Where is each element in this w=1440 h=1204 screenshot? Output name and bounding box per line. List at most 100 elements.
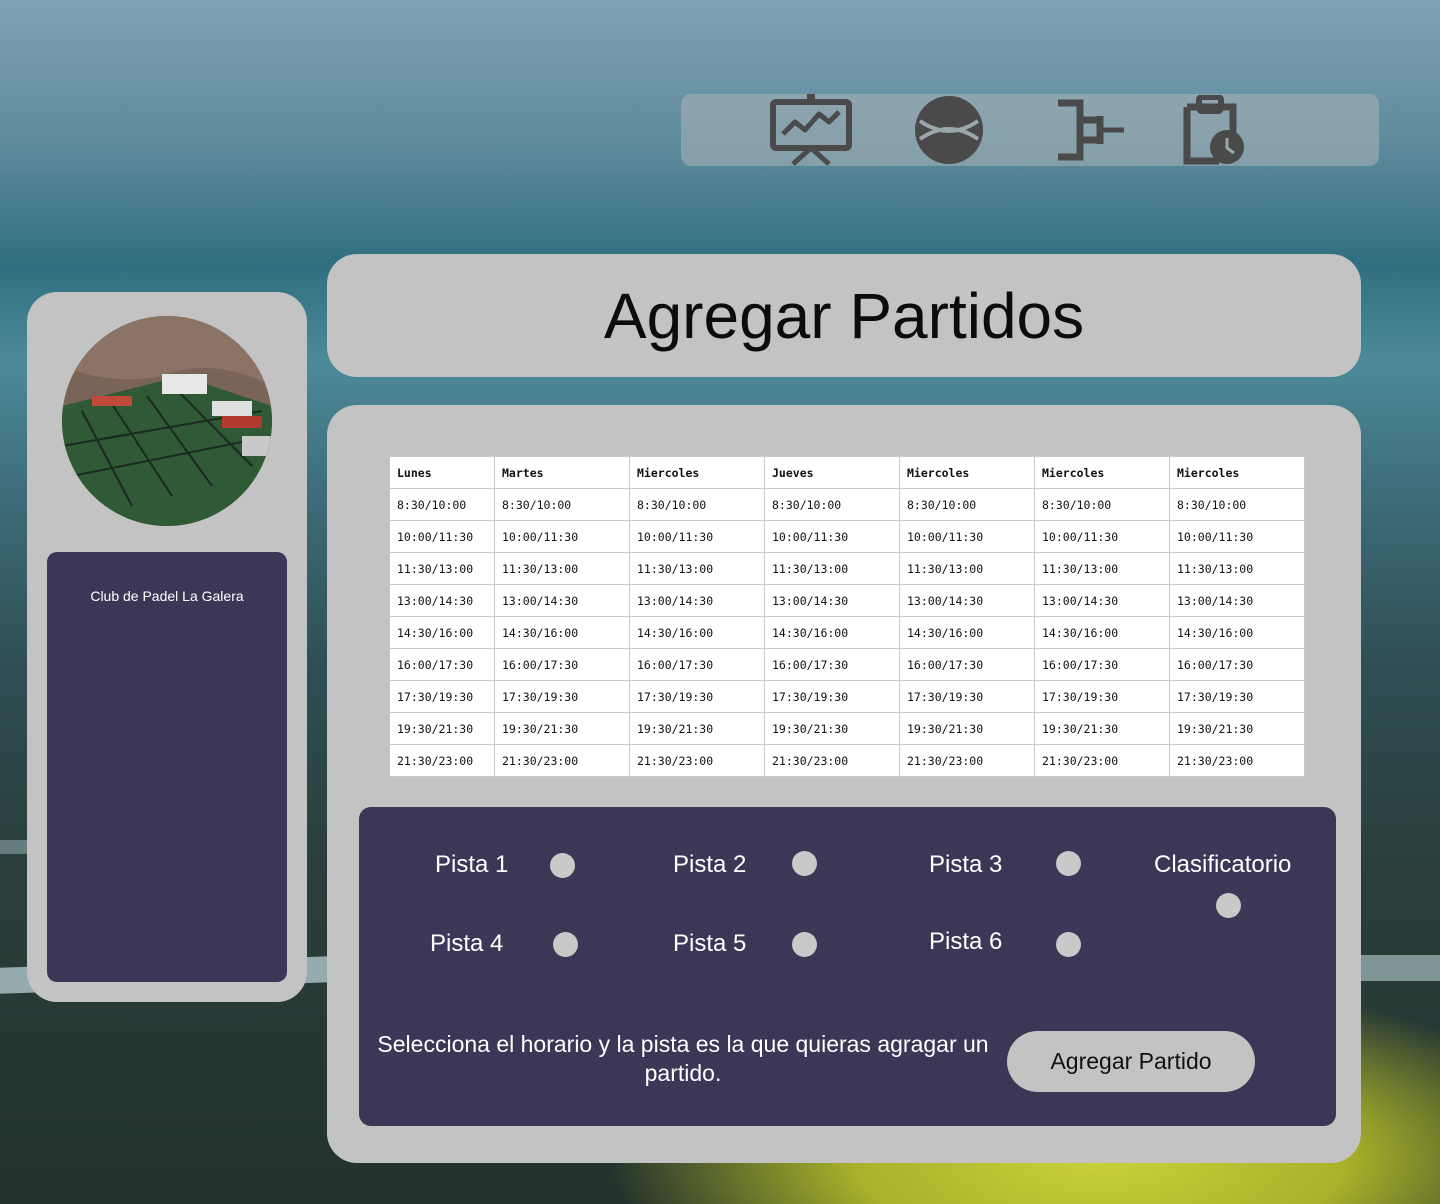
time-slot-cell[interactable]: 13:00/14:30 [764, 584, 900, 617]
time-slot-cell[interactable]: 14:30/16:00 [389, 616, 495, 649]
time-slot-cell[interactable]: 14:30/16:00 [899, 616, 1035, 649]
time-slot-cell[interactable]: 11:30/13:00 [1034, 552, 1170, 585]
time-slot-cell[interactable]: 21:30/23:00 [764, 744, 900, 777]
time-slot-cell[interactable]: 17:30/19:30 [1034, 680, 1170, 713]
pista-2-option[interactable]: Pista 2 [673, 851, 746, 879]
time-slot-cell[interactable]: 19:30/21:30 [1169, 712, 1305, 745]
time-slot-cell[interactable]: 21:30/23:00 [1034, 744, 1170, 777]
time-slot-cell[interactable]: 8:30/10:00 [764, 488, 900, 521]
pista-3-option[interactable]: Pista 3 [929, 851, 1002, 879]
day-header: Jueves [764, 456, 900, 489]
sidebar: Club de Padel La Galera [27, 292, 307, 1002]
presentation-chart-icon[interactable] [769, 94, 853, 166]
time-slot-cell[interactable]: 8:30/10:00 [1169, 488, 1305, 521]
time-slot-cell[interactable]: 10:00/11:30 [494, 520, 630, 553]
time-slot-cell[interactable]: 13:00/14:30 [1169, 584, 1305, 617]
time-slot-cell[interactable]: 8:30/10:00 [899, 488, 1035, 521]
pista-1-label: Pista 1 [435, 851, 509, 878]
pista-5-label: Pista 5 [673, 930, 747, 957]
pista-1-option[interactable]: Pista 1 [435, 851, 508, 879]
time-slot-cell[interactable]: 10:00/11:30 [764, 520, 900, 553]
time-slot-cell[interactable]: 16:00/17:30 [629, 648, 765, 681]
time-slot-cell[interactable]: 17:30/19:30 [899, 680, 1035, 713]
time-slot-cell[interactable]: 11:30/13:00 [764, 552, 900, 585]
time-slot-cell[interactable]: 19:30/21:30 [494, 712, 630, 745]
table-header-row: Lunes Martes Miercoles Jueves Miercoles … [389, 456, 1305, 489]
time-slot-cell[interactable]: 11:30/13:00 [389, 552, 495, 585]
pista-2-label: Pista 2 [673, 851, 747, 878]
time-slot-cell[interactable]: 19:30/21:30 [629, 712, 765, 745]
time-slot-cell[interactable]: 13:00/14:30 [1034, 584, 1170, 617]
time-slot-cell[interactable]: 21:30/23:00 [629, 744, 765, 777]
time-slot-cell[interactable]: 14:30/16:00 [494, 616, 630, 649]
clasificatorio-option[interactable]: Clasificatorio [1154, 851, 1291, 879]
time-slot-cell[interactable]: 14:30/16:00 [1034, 616, 1170, 649]
time-slot-cell[interactable]: 19:30/21:30 [1034, 712, 1170, 745]
time-slot-cell[interactable]: 16:00/17:30 [1169, 648, 1305, 681]
time-slot-cell[interactable]: 11:30/13:00 [494, 552, 630, 585]
pista-4-option[interactable]: Pista 4 [430, 930, 503, 958]
time-slot-cell[interactable]: 16:00/17:30 [899, 648, 1035, 681]
time-slot-cell[interactable]: 21:30/23:00 [389, 744, 495, 777]
table-row: 10:00/11:30 10:00/11:30 10:00/11:30 10:00/1… [389, 520, 1305, 553]
time-slot-cell[interactable]: 17:30/19:30 [629, 680, 765, 713]
time-slot-cell[interactable]: 19:30/21:30 [764, 712, 900, 745]
page-header: Agregar Partidos [327, 254, 1361, 377]
pista-4-radio[interactable] [553, 932, 578, 957]
top-navigation [681, 94, 1379, 166]
clipboard-clock-icon[interactable] [1181, 94, 1247, 166]
time-slot-cell[interactable]: 17:30/19:30 [389, 680, 495, 713]
table-row: 8:30/10:00 8:30/10:00 8:30/10:00 8:30/10:00… [389, 488, 1305, 521]
time-slot-cell[interactable]: 13:00/14:30 [494, 584, 630, 617]
time-slot-cell[interactable]: 11:30/13:00 [1169, 552, 1305, 585]
pista-6-option[interactable]: Pista 6 [929, 928, 1002, 956]
table-row: 16:00/17:30 16:00/17:30 16:00/17:30 16:00/1… [389, 648, 1305, 681]
tournament-bracket-icon[interactable] [1053, 94, 1125, 166]
time-slot-cell[interactable]: 13:00/14:30 [389, 584, 495, 617]
time-slot-cell[interactable]: 8:30/10:00 [629, 488, 765, 521]
day-header: Martes [494, 456, 630, 489]
pista-5-option[interactable]: Pista 5 [673, 930, 746, 958]
pista-6-radio[interactable] [1056, 932, 1081, 957]
time-slot-cell[interactable]: 11:30/13:00 [899, 552, 1035, 585]
time-slot-cell[interactable]: 19:30/21:30 [389, 712, 495, 745]
time-slot-cell[interactable]: 10:00/11:30 [1169, 520, 1305, 553]
pista-3-radio[interactable] [1056, 851, 1081, 876]
day-header: Miercoles [629, 456, 765, 489]
time-slot-cell[interactable]: 10:00/11:30 [389, 520, 495, 553]
time-slot-cell[interactable]: 16:00/17:30 [494, 648, 630, 681]
time-slot-cell[interactable]: 14:30/16:00 [764, 616, 900, 649]
time-slot-cell[interactable]: 10:00/11:30 [1034, 520, 1170, 553]
time-slot-cell[interactable]: 11:30/13:00 [629, 552, 765, 585]
time-slot-cell[interactable]: 17:30/19:30 [764, 680, 900, 713]
time-slot-cell[interactable]: 14:30/16:00 [1169, 616, 1305, 649]
pista-1-radio[interactable] [550, 853, 575, 878]
time-slot-cell[interactable]: 10:00/11:30 [629, 520, 765, 553]
pista-3-label: Pista 3 [929, 851, 1003, 878]
time-slot-cell[interactable]: 16:00/17:30 [389, 648, 495, 681]
time-slot-cell[interactable]: 17:30/19:30 [1169, 680, 1305, 713]
time-slot-cell[interactable]: 21:30/23:00 [899, 744, 1035, 777]
time-slot-cell[interactable]: 8:30/10:00 [389, 488, 495, 521]
time-slot-cell[interactable]: 21:30/23:00 [1169, 744, 1305, 777]
time-slot-cell[interactable]: 19:30/21:30 [899, 712, 1035, 745]
time-slot-cell[interactable]: 17:30/19:30 [494, 680, 630, 713]
pista-4-label: Pista 4 [430, 930, 504, 957]
add-match-button[interactable]: Agregar Partido [1007, 1031, 1255, 1092]
time-slot-cell[interactable]: 10:00/11:30 [899, 520, 1035, 553]
time-slot-cell[interactable]: 21:30/23:00 [494, 744, 630, 777]
clasificatorio-radio[interactable] [1216, 893, 1241, 918]
time-slot-cell[interactable]: 8:30/10:00 [1034, 488, 1170, 521]
pista-2-radio[interactable] [792, 851, 817, 876]
time-slot-cell[interactable]: 8:30/10:00 [494, 488, 630, 521]
day-header: Lunes [389, 456, 495, 489]
time-slot-cell[interactable]: 16:00/17:30 [1034, 648, 1170, 681]
baseball-icon[interactable] [913, 94, 985, 166]
time-slot-cell[interactable]: 13:00/14:30 [899, 584, 1035, 617]
pista-6-label: Pista 6 [929, 928, 1003, 955]
time-slot-cell[interactable]: 13:00/14:30 [629, 584, 765, 617]
pista-5-radio[interactable] [792, 932, 817, 957]
day-header: Miercoles [1034, 456, 1170, 489]
time-slot-cell[interactable]: 14:30/16:00 [629, 616, 765, 649]
time-slot-cell[interactable]: 16:00/17:30 [764, 648, 900, 681]
